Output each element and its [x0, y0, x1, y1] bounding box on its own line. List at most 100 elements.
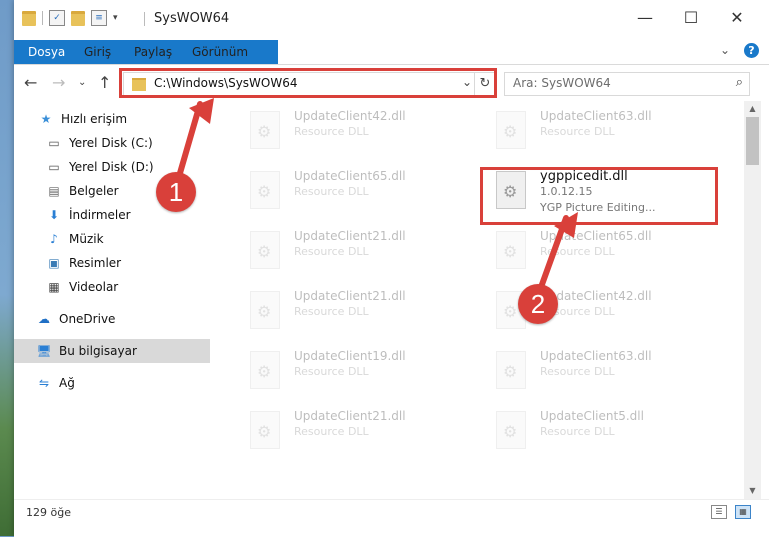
customize-toolbar-icon[interactable]: ≡: [91, 10, 107, 26]
drive-icon: ▭: [48, 136, 60, 150]
sidebar-item-downloads[interactable]: ⬇ İndirmeler 📌: [14, 203, 240, 227]
file-type: Resource DLL: [294, 425, 369, 438]
sidebar-item-label: Belgeler: [69, 184, 119, 198]
file-name: UpdateClient42.dll: [294, 109, 406, 123]
dll-file-icon: [496, 351, 526, 389]
sidebar-item-label: Videolar: [69, 280, 119, 294]
item-count: 129 öğe: [26, 506, 71, 519]
navigation-pane: ★ Hızlı erişim ▭ Yerel Disk (C:) 📌 ▭ Yer…: [14, 101, 236, 499]
sidebar-item-label: Ağ: [59, 376, 75, 390]
cloud-icon: ☁: [38, 312, 50, 326]
file-name: UpdateClient5.dll: [540, 409, 644, 423]
download-icon: ⬇: [48, 208, 60, 222]
file-highlight-box: [480, 167, 718, 225]
minimize-button[interactable]: —: [630, 8, 660, 28]
dll-file-icon: [250, 171, 280, 209]
sidebar-item-label: Bu bilgisayar: [59, 344, 137, 358]
file-item[interactable]: UpdateClient65.dll Resource DLL: [236, 163, 472, 221]
dll-file-icon: [250, 231, 280, 269]
sidebar-item-label: Resimler: [69, 256, 122, 270]
dll-file-icon: [496, 411, 526, 449]
ribbon-tabs: Dosya Giriş Paylaş Görünüm ⌄ ?: [14, 38, 769, 65]
tab-home[interactable]: Giriş: [76, 42, 119, 62]
sidebar-item-pictures[interactable]: ▣ Resimler 📌: [14, 251, 240, 275]
file-name: UpdateClient63.dll: [540, 349, 652, 363]
file-list: UpdateClient42.dll Resource DLL UpdateCl…: [210, 101, 744, 499]
star-icon: ★: [40, 112, 52, 126]
file-item[interactable]: UpdateClient21.dll Resource DLL: [236, 283, 472, 341]
sidebar-item-videos[interactable]: ▦ Videolar 📌: [14, 275, 240, 299]
computer-icon: 🖥: [36, 344, 52, 358]
toolbar-separator: [42, 11, 43, 25]
dll-file-icon: [250, 411, 280, 449]
address-highlight-box: [119, 68, 497, 98]
new-folder-icon[interactable]: [71, 10, 85, 26]
pictures-icon: ▣: [48, 256, 60, 270]
tab-share[interactable]: Paylaş: [126, 42, 180, 62]
search-box[interactable]: Ara: SysWOW64 ⌕: [504, 72, 750, 96]
scrollbar-thumb[interactable]: [746, 117, 759, 165]
tiles-view-icon[interactable]: ▦: [735, 505, 751, 519]
recent-locations-icon[interactable]: ⌄: [78, 77, 86, 88]
back-arrow-icon[interactable]: ←: [24, 73, 37, 92]
close-button[interactable]: ✕: [722, 8, 752, 28]
maximize-button[interactable]: ☐: [676, 8, 706, 28]
window-title: SysWOW64: [154, 11, 230, 26]
dll-file-icon: [250, 291, 280, 329]
network-icon: ⇋: [38, 376, 50, 390]
sidebar-item-local-disk-c[interactable]: ▭ Yerel Disk (C:) 📌: [14, 131, 240, 155]
sidebar-item-this-pc[interactable]: 🖥 Bu bilgisayar: [14, 339, 230, 363]
forward-arrow-icon[interactable]: →: [52, 73, 65, 92]
search-icon[interactable]: ⌕: [736, 75, 743, 90]
file-item[interactable]: UpdateClient65.dll Resource DLL: [482, 223, 718, 281]
details-view-icon[interactable]: ☰: [711, 505, 727, 519]
scroll-down-icon[interactable]: ▼: [744, 486, 761, 495]
toolbar-dropdown-icon[interactable]: ▾: [113, 13, 118, 23]
file-type: Resource DLL: [294, 245, 369, 258]
scroll-up-icon[interactable]: ▲: [744, 104, 761, 113]
folder-icon: [22, 10, 36, 26]
sidebar-item-quick-access[interactable]: ★ Hızlı erişim: [14, 107, 232, 131]
dll-file-icon: [250, 351, 280, 389]
file-type: Resource DLL: [540, 245, 615, 258]
file-type: Resource DLL: [540, 365, 615, 378]
file-item[interactable]: UpdateClient42.dll Resource DLL: [236, 103, 472, 161]
file-item[interactable]: UpdateClient21.dll Resource DLL: [236, 403, 472, 461]
dll-file-icon: [496, 111, 526, 149]
sidebar-item-onedrive[interactable]: ☁ OneDrive: [14, 307, 230, 331]
search-input[interactable]: Ara: SysWOW64: [513, 76, 611, 90]
file-item[interactable]: UpdateClient19.dll Resource DLL: [236, 343, 472, 401]
file-item[interactable]: UpdateClient5.dll Resource DLL: [482, 403, 718, 461]
help-icon[interactable]: ?: [744, 43, 759, 58]
file-type: Resource DLL: [540, 125, 615, 138]
sidebar-item-documents[interactable]: ▤ Belgeler 📌: [14, 179, 240, 203]
file-type: Resource DLL: [294, 305, 369, 318]
expand-ribbon-icon[interactable]: ⌄: [720, 43, 730, 57]
file-item[interactable]: UpdateClient63.dll Resource DLL: [482, 103, 718, 161]
file-item[interactable]: UpdateClient21.dll Resource DLL: [236, 223, 472, 281]
file-type: Resource DLL: [294, 185, 369, 198]
sidebar-item-label: Yerel Disk (D:): [69, 160, 154, 174]
properties-icon[interactable]: ✓: [49, 10, 65, 26]
file-item[interactable]: UpdateClient42.dll Resource DLL: [482, 283, 718, 341]
sidebar-item-network[interactable]: ⇋ Ağ: [14, 371, 230, 395]
file-name: UpdateClient63.dll: [540, 109, 652, 123]
tab-view[interactable]: Görünüm: [184, 42, 256, 62]
step-1-badge: 1: [156, 172, 196, 212]
drive-icon: ▭: [48, 160, 60, 174]
sidebar-item-label: Hızlı erişim: [61, 112, 128, 126]
vertical-scrollbar[interactable]: ▲ ▼: [744, 101, 761, 499]
up-arrow-icon[interactable]: ↑: [98, 73, 111, 92]
title-bar: ✓ ≡ ▾ SysWOW64 — ☐ ✕: [14, 0, 769, 38]
file-type: Resource DLL: [540, 425, 615, 438]
sidebar-item-label: Müzik: [69, 232, 104, 246]
dll-file-icon: [250, 111, 280, 149]
sidebar-item-local-disk-d[interactable]: ▭ Yerel Disk (D:) 📌: [14, 155, 240, 179]
file-name: UpdateClient65.dll: [540, 229, 652, 243]
file-name: UpdateClient21.dll: [294, 289, 406, 303]
dll-file-icon: [496, 231, 526, 269]
file-item[interactable]: UpdateClient63.dll Resource DLL: [482, 343, 718, 401]
file-name: UpdateClient19.dll: [294, 349, 406, 363]
sidebar-item-music[interactable]: ♪ Müzik 📌: [14, 227, 240, 251]
file-name: UpdateClient65.dll: [294, 169, 406, 183]
